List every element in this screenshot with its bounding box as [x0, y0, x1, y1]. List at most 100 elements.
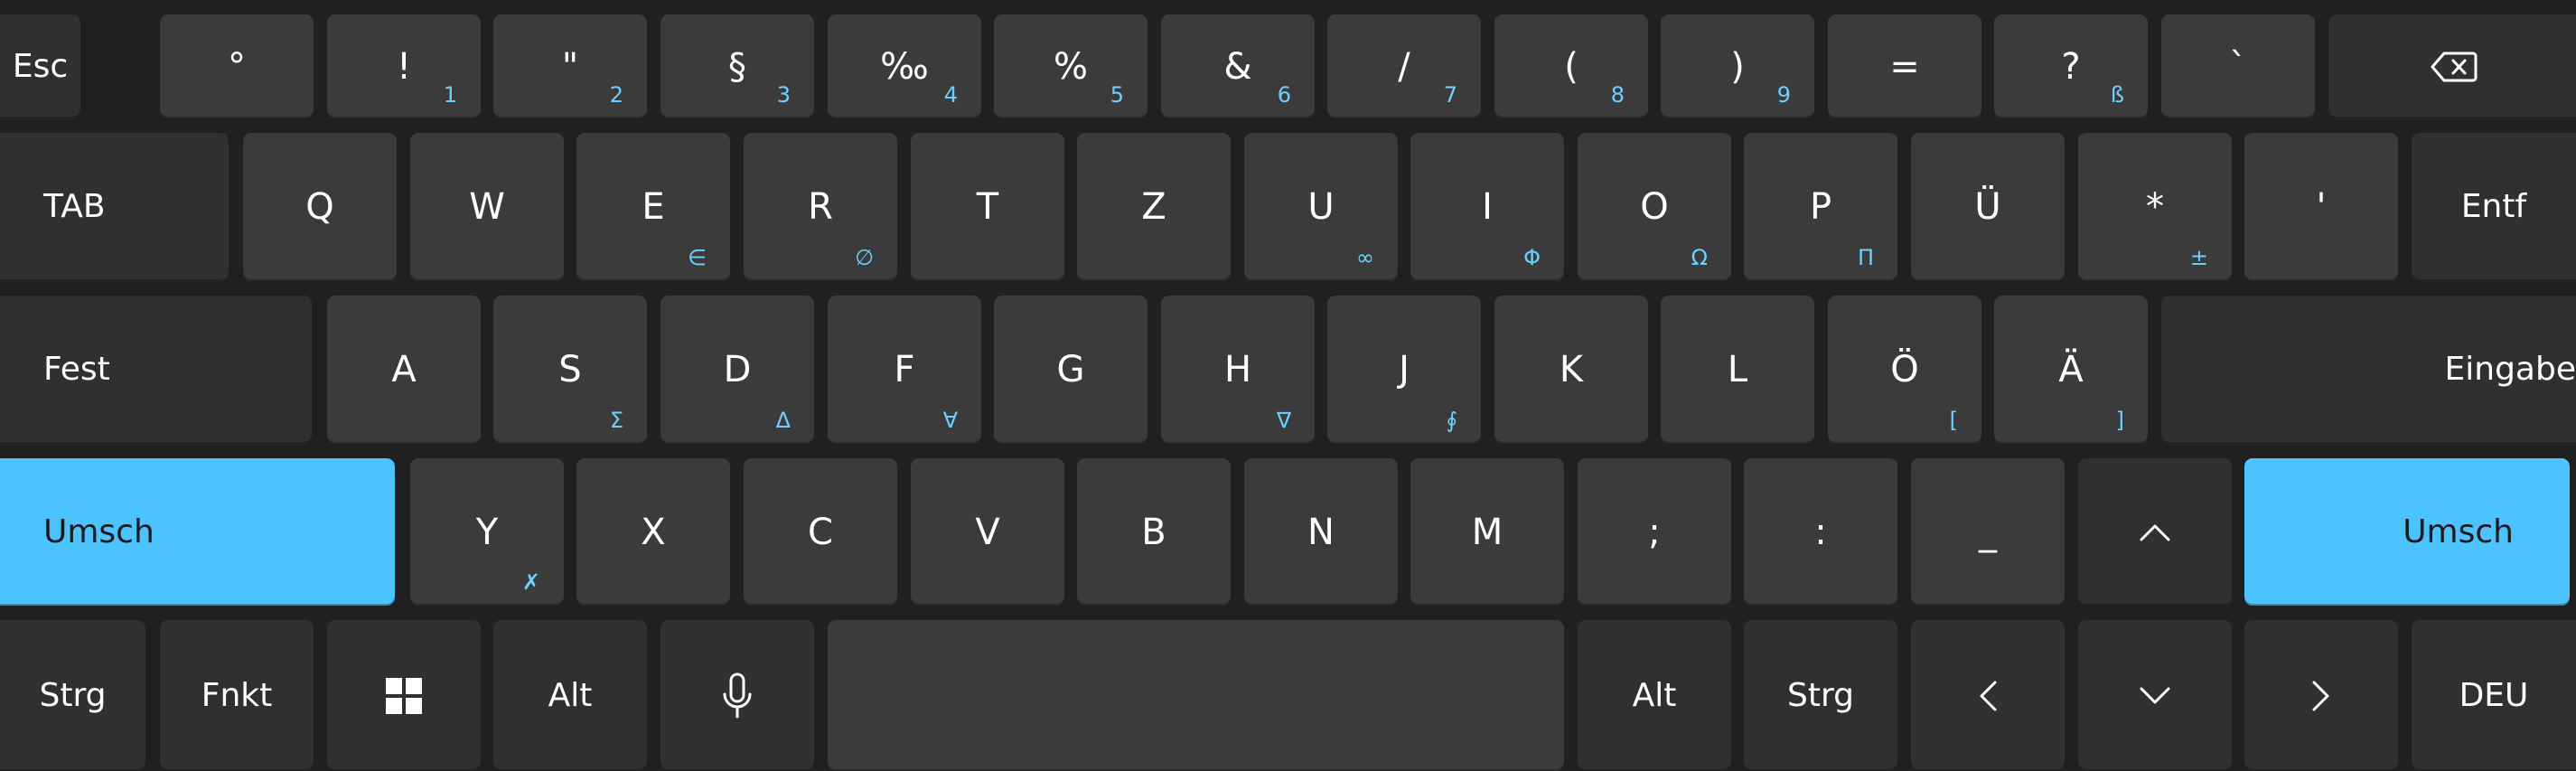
- key-x[interactable]: X: [576, 458, 730, 606]
- arrow-right-icon: [2312, 681, 2329, 711]
- key-5[interactable]: % 5: [994, 14, 1147, 118]
- backspace-key[interactable]: [2328, 14, 2576, 118]
- key-oe[interactable]: Ö [: [1828, 296, 1981, 444]
- key-u[interactable]: U ∞: [1244, 133, 1398, 281]
- key-l-label: L: [1727, 349, 1748, 390]
- key-h[interactable]: H ∇: [1161, 296, 1315, 444]
- key-k[interactable]: K: [1494, 296, 1648, 444]
- key-f-label: F: [894, 349, 915, 390]
- shift-right-key-label: Umsch: [2403, 512, 2514, 550]
- arrow-up-key[interactable]: [2078, 458, 2232, 606]
- key-0-label: =: [1889, 45, 1920, 88]
- ctrl-right-key-label: Strg: [1787, 677, 1854, 714]
- key-e[interactable]: E ∈: [576, 133, 730, 281]
- alt-left-key[interactable]: Alt: [493, 620, 647, 771]
- key-t[interactable]: T: [911, 133, 1064, 281]
- key-m[interactable]: M: [1410, 458, 1564, 606]
- arrow-left-key[interactable]: [1911, 620, 2065, 771]
- key-r[interactable]: R ∅: [744, 133, 897, 281]
- key-2[interactable]: " 2: [493, 14, 647, 118]
- key-p-secondary: Π: [1857, 245, 1874, 270]
- key-1[interactable]: ! 1: [327, 14, 481, 118]
- key-l[interactable]: L: [1661, 296, 1814, 444]
- esc-key[interactable]: Esc: [0, 14, 80, 118]
- key-period-label: :: [1814, 511, 1827, 553]
- shift-left-key[interactable]: Umsch: [0, 458, 395, 606]
- tab-key[interactable]: TAB: [0, 133, 229, 281]
- key-9-secondary: 9: [1776, 82, 1791, 108]
- key-ae[interactable]: Ä ]: [1994, 296, 2148, 444]
- key-c[interactable]: C: [744, 458, 897, 606]
- arrow-right-key[interactable]: [2244, 620, 2398, 771]
- caps-lock-key-label: Fest: [43, 351, 110, 388]
- key-oe-secondary: [: [1949, 408, 1958, 433]
- ctrl-right-key[interactable]: Strg: [1744, 620, 1897, 771]
- key-sz[interactable]: ? ß: [1994, 14, 2148, 118]
- caps-lock-key[interactable]: Fest: [0, 296, 312, 444]
- key-period[interactable]: :: [1744, 458, 1897, 606]
- key-hash[interactable]: ': [2244, 133, 2398, 281]
- shift-right-key[interactable]: Umsch: [2244, 458, 2570, 606]
- key-sz-label: ?: [2061, 45, 2081, 88]
- key-7-secondary: 7: [1443, 82, 1457, 108]
- key-r-secondary: ∅: [855, 245, 874, 270]
- key-8[interactable]: ( 8: [1494, 14, 1648, 118]
- language-key-label: DEU: [2459, 677, 2529, 714]
- key-g[interactable]: G: [994, 296, 1147, 444]
- key-7-label: /: [1398, 45, 1410, 88]
- space-key[interactable]: [828, 620, 1564, 771]
- alt-right-key[interactable]: Alt: [1578, 620, 1731, 771]
- key-b[interactable]: B: [1077, 458, 1231, 606]
- windows-key[interactable]: [327, 620, 481, 771]
- key-q-label: Q: [305, 186, 334, 228]
- key-f[interactable]: F ∀: [828, 296, 981, 444]
- key-8-secondary: 8: [1610, 82, 1625, 108]
- key-4[interactable]: ‰ 4: [828, 14, 981, 118]
- key-1-label: !: [396, 45, 412, 88]
- key-ue[interactable]: Ü: [1911, 133, 2065, 281]
- key-s[interactable]: S Σ: [493, 296, 647, 444]
- fn-key[interactable]: Fnkt: [160, 620, 314, 771]
- key-h-label: H: [1223, 349, 1252, 390]
- key-h-secondary: ∇: [1276, 408, 1291, 433]
- key-p[interactable]: P Π: [1744, 133, 1897, 281]
- key-comma[interactable]: ;: [1578, 458, 1731, 606]
- key-accent[interactable]: `: [2161, 14, 2315, 118]
- key-i-label: I: [1482, 186, 1493, 228]
- microphone-key[interactable]: [660, 620, 814, 771]
- degree-key[interactable]: °: [160, 14, 314, 118]
- key-3[interactable]: § 3: [660, 14, 814, 118]
- arrow-left-icon: [1980, 681, 1997, 711]
- delete-key-label: Entf: [2460, 188, 2527, 225]
- key-s-label: S: [558, 349, 582, 390]
- key-t-label: T: [976, 186, 999, 228]
- key-u-secondary: ∞: [1356, 245, 1374, 270]
- key-d-secondary: Δ: [775, 408, 791, 433]
- key-6[interactable]: & 6: [1161, 14, 1315, 118]
- key-0[interactable]: =: [1828, 14, 1981, 118]
- key-o[interactable]: O Ω: [1578, 133, 1731, 281]
- key-n[interactable]: N: [1244, 458, 1398, 606]
- arrow-down-key[interactable]: [2078, 620, 2232, 771]
- microphone-icon: [723, 672, 752, 719]
- key-j[interactable]: J ∮: [1327, 296, 1481, 444]
- key-v[interactable]: V: [911, 458, 1064, 606]
- key-a[interactable]: A: [327, 296, 481, 444]
- key-9[interactable]: ) 9: [1661, 14, 1814, 118]
- key-q[interactable]: Q: [243, 133, 397, 281]
- key-w[interactable]: W: [410, 133, 564, 281]
- touch-keyboard: Esc ° ! 1 " 2 § 3 ‰ 4 % 5 & 6 / 7 ( 8 ) …: [0, 0, 2576, 771]
- key-plus[interactable]: * ±: [2078, 133, 2232, 281]
- delete-key[interactable]: Entf: [2412, 133, 2576, 281]
- key-z[interactable]: Z: [1077, 133, 1231, 281]
- key-i[interactable]: I Φ: [1410, 133, 1564, 281]
- key-y-label: Y: [475, 511, 499, 553]
- language-key[interactable]: DEU: [2412, 620, 2576, 771]
- key-d[interactable]: D Δ: [660, 296, 814, 444]
- key-a-label: A: [391, 349, 417, 390]
- key-7[interactable]: / 7: [1327, 14, 1481, 118]
- key-minus[interactable]: _: [1911, 458, 2065, 606]
- enter-key[interactable]: Eingabe: [2161, 296, 2576, 444]
- key-y[interactable]: Y ✗: [410, 458, 564, 606]
- ctrl-left-key[interactable]: Strg: [0, 620, 145, 771]
